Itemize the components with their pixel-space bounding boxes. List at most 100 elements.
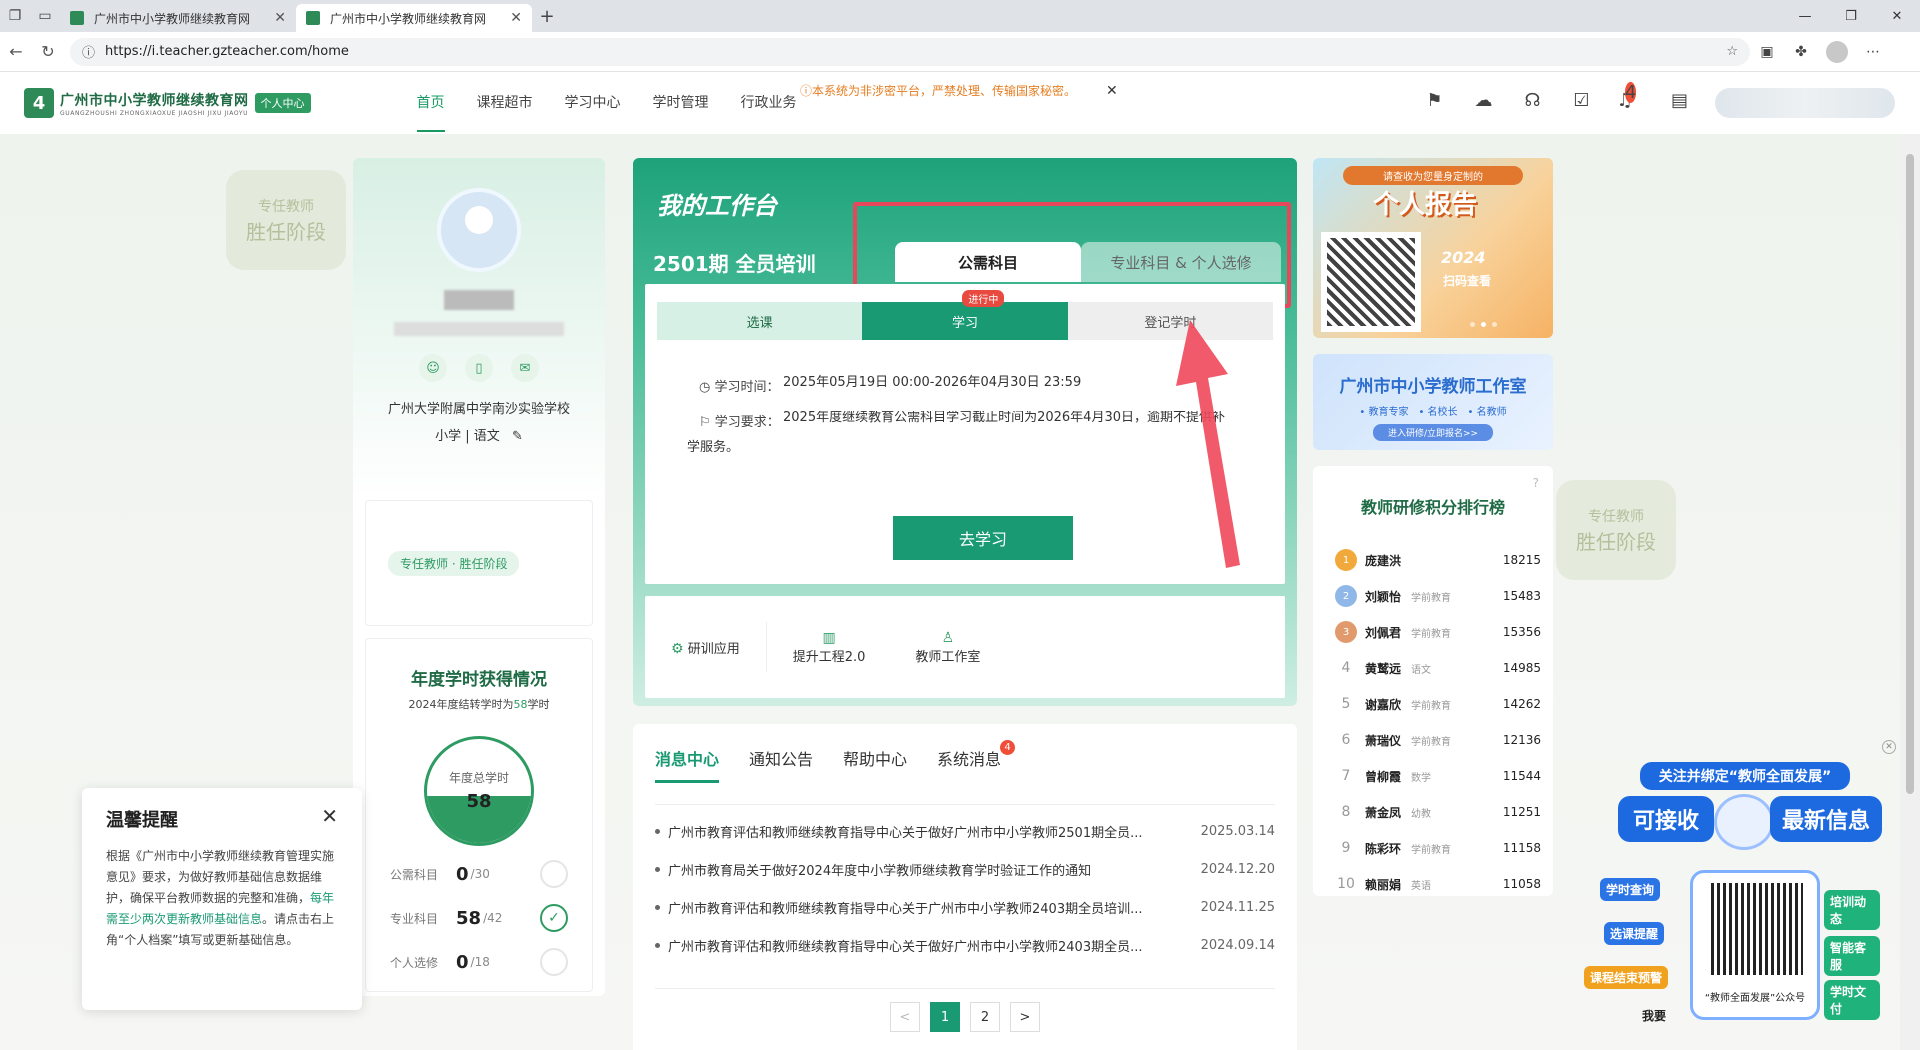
book-icon: ▥ [822,629,836,646]
minimize-icon[interactable]: — [1782,9,1828,24]
app-upgrade-project[interactable]: ▥ 提升工程2.0 [793,630,866,665]
nav-learning-center[interactable]: 学习中心 [565,74,621,132]
browser-tabbar: ❐ ▭ 广州市中小学教师继续教育网 ✕ 广州市中小学教师继续教育网 ✕ + — … [0,0,1920,32]
go-study-button[interactable]: 去学习 [893,516,1073,560]
tag-i-want: 我要 [1642,1009,1667,1023]
reload-icon[interactable]: ↻ [32,42,64,61]
clipboard-check-icon[interactable]: ☑ [1557,90,1606,111]
close-tab-icon[interactable]: ✕ [510,10,522,26]
user-id-blurred [394,322,564,336]
close-reminder-icon[interactable]: ✕ [321,804,338,828]
promo-right-text: 最新信息 [1770,796,1882,842]
site-info-icon[interactable]: ⓘ [82,42,95,61]
step-select-course[interactable]: 选课 [657,302,863,340]
extensions-icon[interactable]: ✤ [1784,44,1818,60]
scrollbar-thumb[interactable] [1906,154,1914,794]
personal-report-banner[interactable]: 请查收为您量身定制的 个人报告 2024 扫码查看 [1313,158,1553,338]
wechat-verified-icon[interactable]: ✉ [511,354,539,382]
site-favicon-icon [306,11,320,25]
next-page-button[interactable]: > [1010,1002,1040,1032]
total-hours-gauge: 年度总学时 58 [424,736,534,846]
nav-hours-management[interactable]: 学时管理 [653,74,709,132]
profile-avatar-icon[interactable] [1826,40,1848,63]
document-icon[interactable]: ▤ [1655,90,1704,111]
studio-enter-button[interactable]: 进入研修/立即报名>> [1373,424,1493,441]
annual-hours-title: 年度学时获得情况 [411,670,547,690]
table-row: 10 赖丽娟 英语 11058 [1337,876,1541,892]
favorite-star-icon[interactable]: ☆ [1726,44,1738,59]
logo-subtitle: GUANGZHOUSHI ZHONGXIAOXUE JIAOSHI JIXU J… [60,109,249,117]
cloud-upload-icon[interactable]: ☁ [1459,90,1508,111]
user-info-blurred[interactable] [1715,88,1895,118]
bell-icon[interactable]: ♫4 [1606,82,1655,111]
main-nav: 首页 课程超市 学习中心 学时管理 行政业务 [401,74,813,132]
close-tab-icon[interactable]: ✕ [274,10,286,26]
tab-help-center[interactable]: 帮助中心 [843,746,907,783]
back-icon[interactable]: ← [0,42,32,61]
tab-notices[interactable]: 通知公告 [749,746,813,783]
teacher-stage-badge[interactable]: 专任教师 · 胜任阶段 [388,550,520,576]
nav-admin-business[interactable]: 行政业务 [741,74,797,132]
list-item[interactable]: 广州市教育评估和教师继续教育指导中心关于做好广州市中小学教师2501期全员...… [655,812,1275,850]
prev-page-button[interactable]: < [890,1002,920,1032]
browser-tab-title: 广州市中小学教师继续教育网 [330,11,487,26]
school-name: 广州大学附属中学南沙实验学校 [387,402,570,417]
page-1-button[interactable]: 1 [930,1002,960,1032]
headset-icon[interactable]: ☊ [1508,90,1557,111]
phone-verified-icon[interactable]: ▯ [465,354,493,382]
teacher-stage-box: 专任教师 · 胜任阶段 [365,500,593,626]
logo-title: 广州市中小学教师继续教育网 [60,92,249,109]
browser-tab-2[interactable]: 广州市中小学教师继续教育网 ✕ [296,4,532,32]
promo-headline: 关注并绑定“教师全面发展” [1640,762,1850,790]
wechat-promo-widget[interactable]: ✕ 关注并绑定“教师全面发展” 可接收 最新信息 “教师全面发展”公众号 学时查… [1580,740,1896,1040]
tab-message-center[interactable]: 消息中心 [655,746,720,783]
list-item[interactable]: 广州市教育局关于做好2024年度中小学教师继续教育学时验证工作的通知 2024.1… [655,850,1275,888]
edit-icon[interactable]: ✎ [512,429,523,444]
page-scrollbar[interactable] [1900,134,1920,1050]
help-icon[interactable]: ? [1533,476,1539,490]
notice-text: 本系统为非涉密平台，严禁处理、传输国家秘密。 [812,84,1077,98]
teacher-icon: ♙ [941,629,955,646]
more-menu-icon[interactable]: ⋯ [1856,44,1890,60]
close-window-icon[interactable]: ✕ [1874,9,1920,24]
table-row: 5 谢嘉欣 学前教育 14262 [1341,696,1541,712]
workspaces-icon[interactable]: ❐ [0,0,30,32]
step-study[interactable]: 进行中 学习 [862,290,1068,340]
app-teacher-studio[interactable]: ♙ 教师工作室 [915,630,980,665]
teacher-studio-banner[interactable]: 广州市中小学教师工作室 • 教育专家 • 名校长 • 名教师 进入研修/立即报名… [1313,354,1553,450]
table-row: 8 萧金凤 幼教 11251 [1341,804,1541,820]
close-notice-icon[interactable]: ✕ [1106,83,1118,99]
tag-hours-query: 学时查询 [1600,878,1661,901]
clock-icon: ◷ [699,380,711,395]
training-app-icon: ⚙ [671,640,684,657]
tab-system-messages[interactable]: 系统消息 4 [937,740,1016,783]
browser-toolbar: ← ↻ ⓘ https://i.teacher.gzteacher.com/ho… [0,32,1920,72]
list-item[interactable]: 广州市教育评估和教师继续教育指导中心关于广州市中小学教师2403期全员培训...… [655,888,1275,926]
warning-icon: ⓘ [800,84,813,98]
app-training[interactable]: ⚙ 研训应用 [671,638,740,657]
identity-verified-icon[interactable]: ☺ [419,354,447,382]
site-logo[interactable]: 4 广州市中小学教师继续教育网 GUANGZHOUSHI ZHONGXIAOXU… [24,88,311,118]
collections-icon[interactable]: ▣ [1750,44,1784,60]
user-avatar[interactable] [437,188,521,272]
nav-course-market[interactable]: 课程超市 [477,74,533,132]
table-row: 4 黄鹫远 语文 14985 [1341,660,1541,676]
page-2-button[interactable]: 2 [970,1002,1000,1032]
address-bar[interactable]: ⓘ https://i.teacher.gzteacher.com/home ☆ [70,37,1750,66]
tab-actions-icon[interactable]: ▭ [30,0,60,32]
studio-tags: • 教育专家 • 名校长 • 名教师 [1359,407,1507,418]
total-hours-value: 58 [466,791,492,812]
signpost-icon[interactable]: ⚑ [1410,90,1459,111]
tag-hours-pay: 学时文付 [1824,980,1880,1020]
nav-home[interactable]: 首页 [416,74,445,132]
close-promo-icon[interactable]: ✕ [1882,740,1896,754]
browser-tab-1[interactable]: 广州市中小学教师继续教育网 ✕ [60,4,296,32]
list-item[interactable]: 广州市教育评估和教师继续教育指导中心关于做好广州市中小学教师2403期全员...… [655,926,1275,964]
total-hours-label: 年度总学时 [448,771,509,785]
restore-icon[interactable]: ❐ [1828,9,1874,24]
flag-icon: ⚐ [699,415,711,430]
silver-medal-icon: 2 [1335,585,1357,607]
stat-professional-subjects: 专业科目 58/42 ✓ [390,896,568,940]
new-tab-icon[interactable]: + [532,6,562,27]
tag-training-news: 培训动态 [1824,890,1880,930]
